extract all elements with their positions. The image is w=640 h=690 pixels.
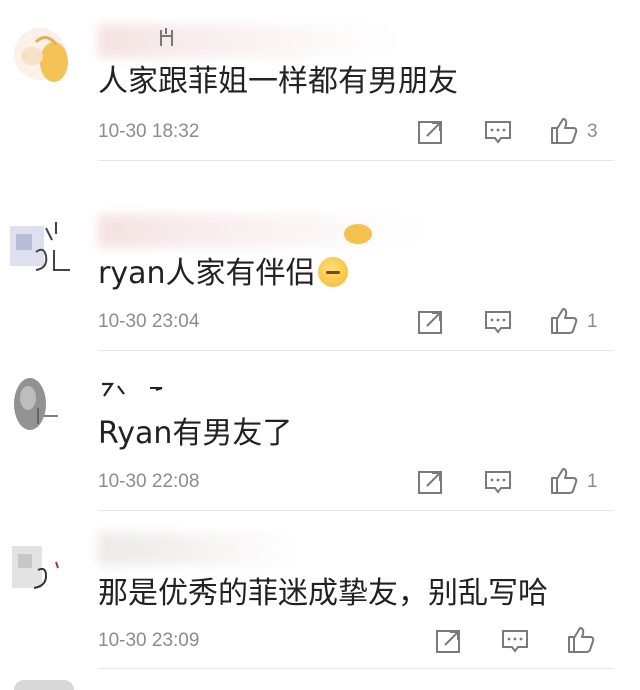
comment-item: 那是优秀的菲迷成挚友，别乱写哈 10-30 23:09 [0, 0, 640, 690]
thumbs-up-icon[interactable] [566, 625, 596, 655]
avatar[interactable] [14, 680, 74, 690]
comment-text: 那是优秀的菲迷成挚友，别乱写哈 [98, 576, 548, 611]
reply-icon[interactable] [500, 626, 530, 656]
username-blurred[interactable] [98, 532, 298, 566]
share-icon[interactable] [434, 626, 464, 656]
comment-time: 10-30 23:09 [98, 630, 200, 651]
divider [98, 668, 614, 669]
avatar[interactable] [6, 532, 78, 604]
